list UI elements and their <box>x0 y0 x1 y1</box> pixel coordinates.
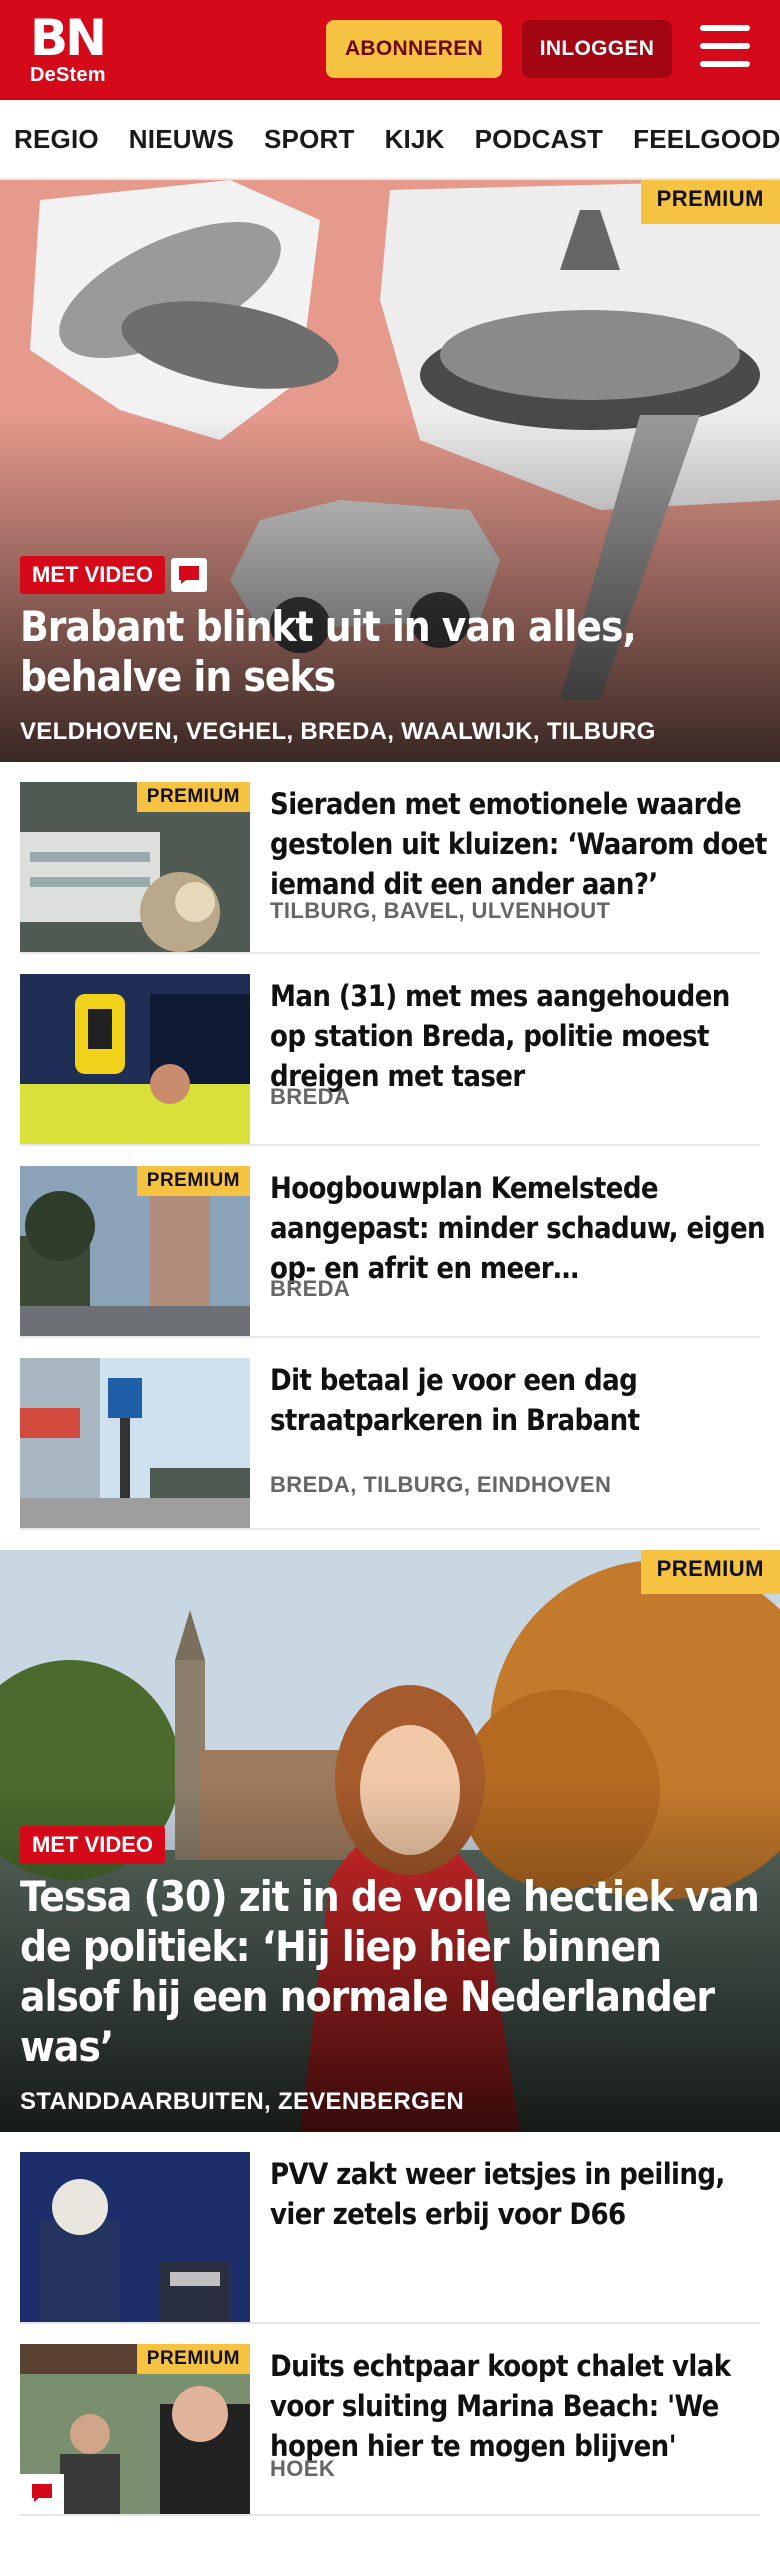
nav-item-nieuws[interactable]: NIEUWS <box>129 124 234 155</box>
hero-article[interactable]: PREMIUM MET VIDEO Brabant blinkt uit in … <box>0 180 780 762</box>
hero-title[interactable]: Tessa (30) zit in de volle hectiek van d… <box>20 1872 760 2072</box>
article-thumbnail: PREMIUM <box>20 2344 250 2514</box>
nav-item-feelgood[interactable]: FEELGOOD <box>633 124 780 155</box>
section-nav: REGIO NIEUWS SPORT KIJK PODCAST FEELGOOD <box>0 100 780 180</box>
article-title[interactable]: Man (31) met mes aangehouden op station … <box>270 976 770 1096</box>
article-thumbnail: PREMIUM <box>20 1166 250 1336</box>
login-button[interactable]: INLOGGEN <box>522 20 672 78</box>
list-item[interactable]: PREMIUM Hoogbouwplan Kemelstede aangepas… <box>20 1146 766 1338</box>
subscribe-button[interactable]: ABONNEREN <box>326 20 502 78</box>
hero-article[interactable]: PREMIUM MET VIDEO Tessa (30) zit in de v… <box>0 1550 780 2132</box>
article-thumbnail: PREMIUM <box>20 782 250 952</box>
article-title[interactable]: Sieraden met emotionele waarde gestolen … <box>270 784 770 904</box>
article-thumbnail <box>20 974 250 1144</box>
list-item[interactable]: Dit betaal je voor een dag straatparkere… <box>20 1338 760 1530</box>
logo-sub: DeStem <box>30 64 106 86</box>
comment-icon <box>171 558 208 592</box>
article-thumbnail <box>20 1358 250 1528</box>
premium-badge: PREMIUM <box>640 180 780 224</box>
logo-main: BN <box>30 9 107 67</box>
article-locations: TILBURG, BAVEL, ULVENHOUT <box>270 898 611 923</box>
comment-icon <box>20 2474 64 2514</box>
article-locations: BREDA <box>270 1084 351 1109</box>
list-item[interactable]: PREMIUM Duits echtpaar koopt chalet vlak… <box>20 2324 760 2516</box>
video-tag: MET VIDEO <box>20 1826 166 1864</box>
nav-item-regio[interactable]: REGIO <box>14 124 99 155</box>
premium-badge: PREMIUM <box>136 2344 250 2374</box>
premium-badge: PREMIUM <box>136 782 250 812</box>
hamburger-menu-icon[interactable] <box>700 25 750 71</box>
article-title[interactable]: PVV zakt weer ietsjes in peiling, vier z… <box>270 2154 770 2234</box>
article-locations: BREDA <box>270 1276 351 1301</box>
list-item[interactable]: PREMIUM Sieraden met emotionele waarde g… <box>20 762 767 954</box>
article-title[interactable]: Dit betaal je voor een dag straatparkere… <box>270 1360 770 1440</box>
article-title[interactable]: Hoogbouwplan Kemelstede aangepast: minde… <box>270 1168 770 1288</box>
premium-badge: PREMIUM <box>136 1166 250 1196</box>
list-item[interactable]: PVV zakt weer ietsjes in peiling, vier z… <box>20 2132 760 2324</box>
article-title[interactable]: Duits echtpaar koopt chalet vlak voor sl… <box>270 2346 770 2466</box>
hero-locations: STANDDAARBUITEN, ZEVENBERGEN <box>20 2088 464 2115</box>
hero-title[interactable]: Brabant blinkt uit in van alles, behalve… <box>20 602 760 702</box>
top-header: BN DeStem ABONNEREN INLOGGEN <box>0 0 780 100</box>
hero-locations: VELDHOVEN, VEGHEL, BREDA, WAALWIJK, TILB… <box>20 718 656 745</box>
article-locations: BREDA, TILBURG, EINDHOVEN <box>270 1472 612 1497</box>
article-locations: HOEK <box>270 2456 336 2481</box>
site-logo[interactable]: BN DeStem <box>30 9 107 87</box>
nav-item-kijk[interactable]: KIJK <box>385 124 445 155</box>
list-item[interactable]: Man (31) met mes aangehouden op station … <box>20 954 760 1146</box>
nav-item-podcast[interactable]: PODCAST <box>475 124 604 155</box>
premium-badge: PREMIUM <box>640 1550 780 1594</box>
video-tag: MET VIDEO <box>20 556 166 594</box>
nav-item-sport[interactable]: SPORT <box>264 124 355 155</box>
article-thumbnail <box>20 2152 250 2322</box>
